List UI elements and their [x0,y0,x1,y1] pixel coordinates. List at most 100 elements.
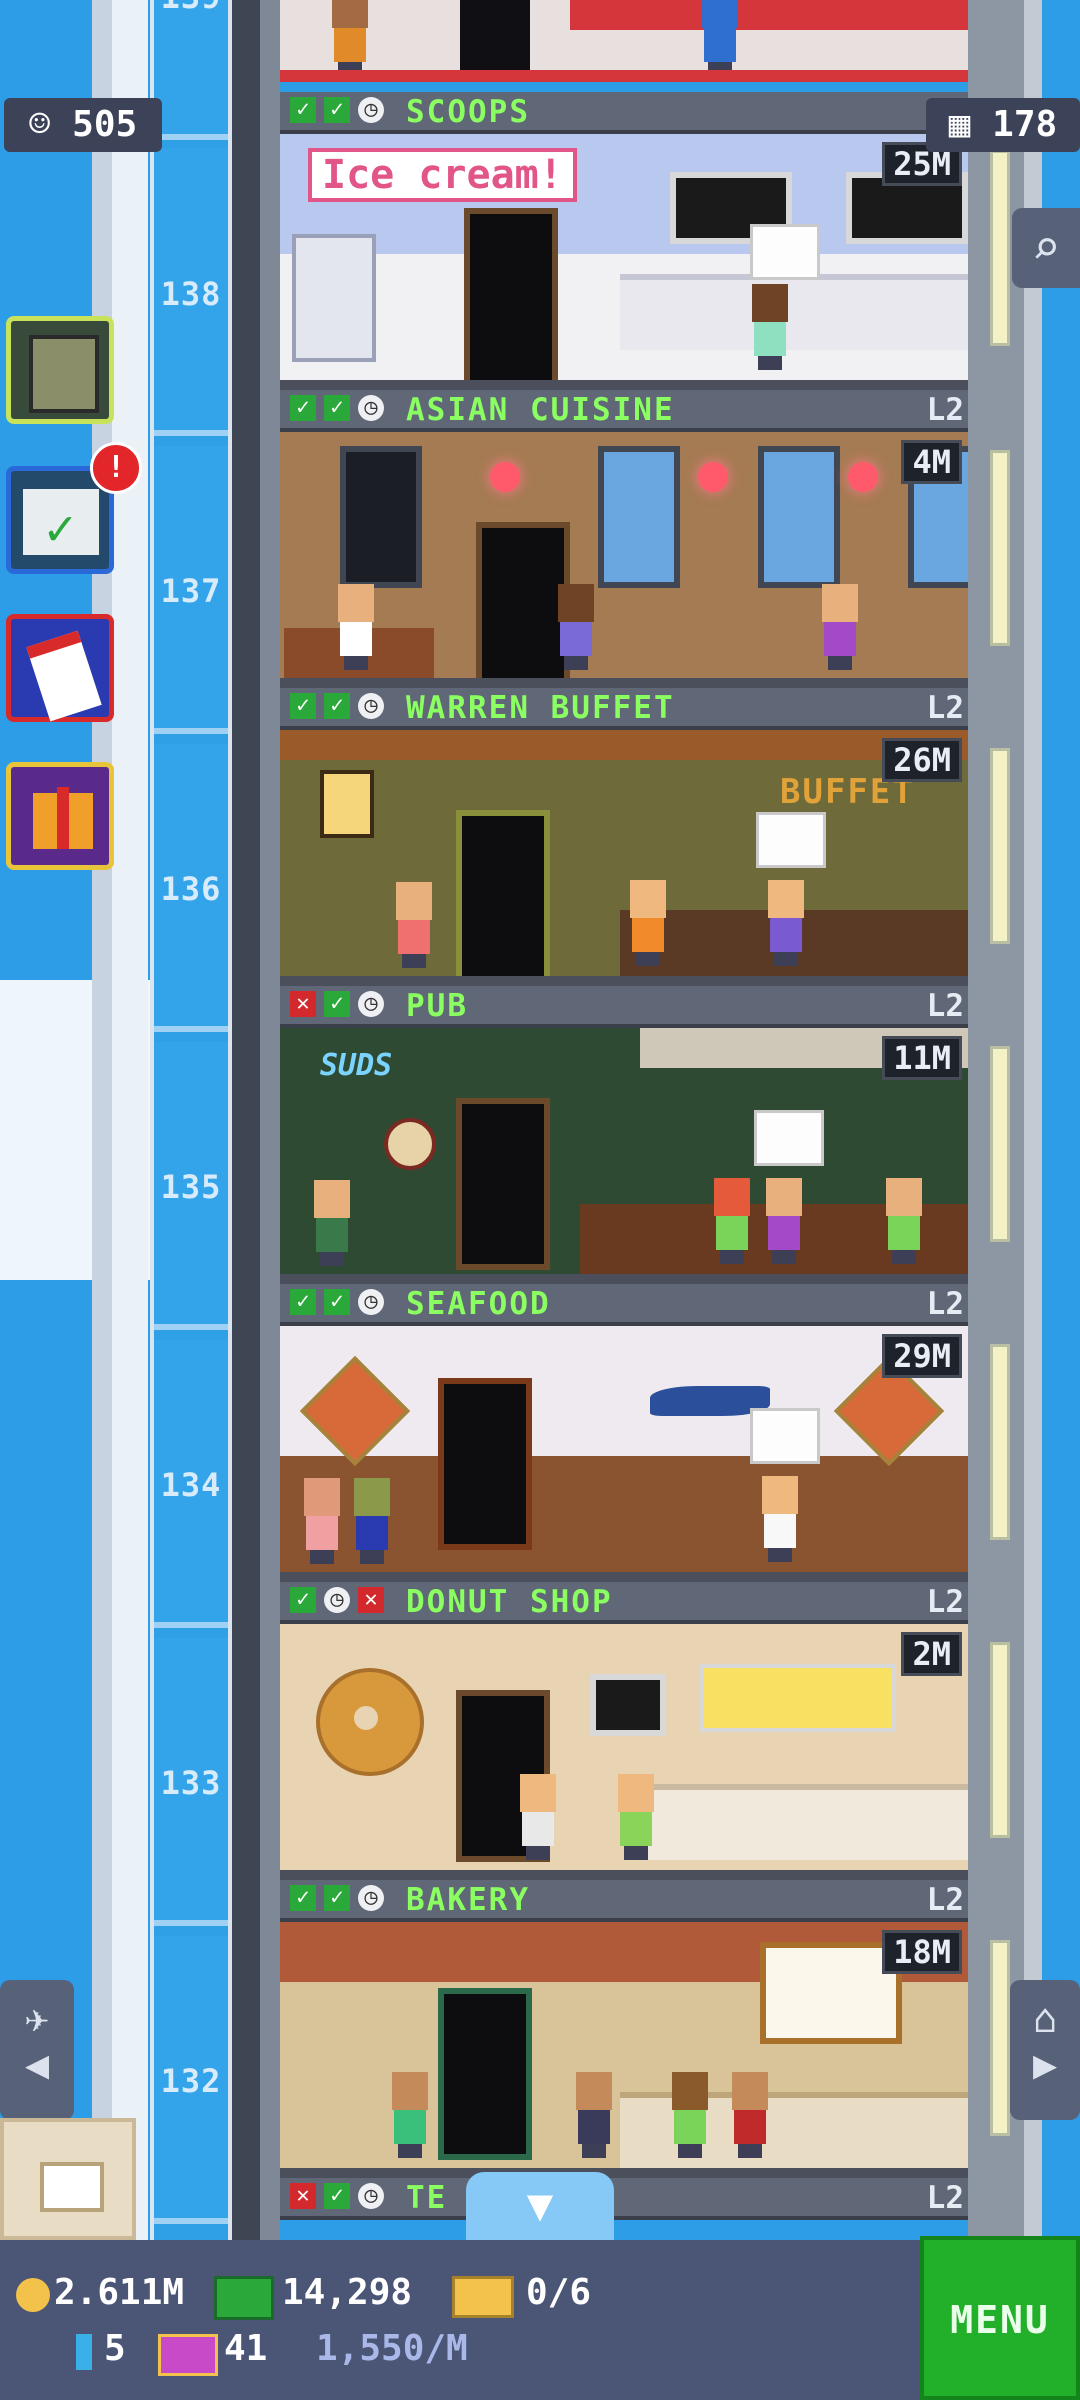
menu-board [590,1674,666,1736]
counter [620,274,968,350]
floor-level: L2 [926,392,964,428]
floor-asian-cuisine[interactable]: ✓ ✓ ◷ ASIAN CUISINE L2 4M [280,390,968,688]
price-tag: 26M [882,738,962,782]
building-icon[interactable] [6,316,114,424]
keys-value: 5 [104,2328,126,2369]
lobby-button[interactable]: ⌂ ▶ [1010,1980,1080,2120]
floor-level: L2 [926,690,964,726]
floor-bakery[interactable]: ✓ ✓ ◷ BAKERY L2 18M [280,1880,968,2178]
shop-door [438,1988,532,2160]
shop-door [456,810,550,982]
floor-base [280,380,968,390]
tower-light [990,1046,1010,1242]
search-icon[interactable]: ⌕ [1012,208,1080,288]
shop-sign: Ice cream! [308,148,577,202]
chevron-down-icon: ▼ [526,2180,554,2231]
floor-scoops[interactable]: ✓ ✓ ◷ SCOOPS Ice cream! 25M [280,92,968,390]
tickets-value: 0/6 [526,2272,592,2313]
clock-icon: ◷ [358,97,384,123]
menu-button[interactable]: MENU [920,2236,1080,2400]
tower-light [990,1344,1010,1540]
inventory-box-button[interactable] [0,2118,136,2240]
menu-board [700,1664,896,1732]
clock-icon: ◷ [358,991,384,1017]
scroll-down-button[interactable]: ▼ [466,2172,614,2240]
mug-bubble [754,1110,824,1166]
tower-frame-right [1024,0,1042,2240]
floor-header: ✕ ✓ ◷ TE L2 [280,2178,968,2220]
arrow-right-icon: ▶ [1032,2042,1058,2088]
floor-header: ✓ ✓ ◷ SEAFOOD L2 [280,1284,968,1326]
lattice-window [598,446,680,588]
building-small-icon: ▦ [948,104,971,145]
calendar-icon[interactable] [6,614,114,722]
lattice-window [340,446,422,588]
shop-door [464,208,558,390]
check-icon: ✓ [290,97,316,123]
floor-number: 139 [154,0,228,16]
clock-icon: ◷ [358,693,384,719]
bowl-bubble [756,812,826,868]
check-icon: ✓ [324,2183,350,2209]
check-icon: ✓ [290,693,316,719]
floor-base [280,1572,968,1582]
floor-header: ✓ ◷ ✕ DONUT SHOP L2 [280,1582,968,1624]
floor-name: SEAFOOD [406,1286,551,1322]
floor-number: 137 [160,572,222,610]
lantern [848,462,878,492]
notification-badge: ! [90,442,142,494]
popsicle-bubble [750,224,820,280]
vip-elevator-button[interactable]: ✈ ◀ [0,1980,74,2120]
check-icon: ✓ [290,1289,316,1315]
shop-door [456,1098,550,1270]
floor-name: DONUT SHOP [406,1584,613,1620]
floor-partial-bottom[interactable]: ✕ ✓ ◷ TE L2 [280,2178,968,2240]
floor-count-value: 178 [992,104,1058,145]
check-icon: ✓ [324,991,350,1017]
tower-frame-left [260,0,280,2240]
freezer [292,234,376,362]
floor-header: ✓ ✓ ◷ SCOOPS [280,92,968,134]
tower-frame-left [232,0,260,2240]
check-icon: ✓ [324,97,350,123]
coin-icon [16,2278,50,2312]
floor-warren-buffet[interactable]: ✓ ✓ ◷ WARREN BUFFET L2 BUFFET 26M [280,688,968,986]
vip-icon [158,2334,218,2376]
lantern [698,462,728,492]
gift-icon[interactable] [6,762,114,870]
x-icon: ✕ [290,2183,316,2209]
check-icon: ✓ [324,395,350,421]
floor-counter[interactable]: ▦ 178 [926,98,1080,152]
floor-pub[interactable]: ✕ ✓ ◷ PUB L2 SUDS 11M [280,986,968,1284]
tower-light [990,450,1010,646]
coins-value: 2.611M [54,2272,185,2313]
floor-header: ✓ ✓ ◷ BAKERY L2 [280,1880,968,1922]
clock-icon: ◷ [324,1587,350,1613]
population-counter[interactable]: ☺ 505 [4,98,162,152]
floor-partial-top[interactable] [280,0,968,92]
floor-donut-shop[interactable]: ✓ ◷ ✕ DONUT SHOP L2 2M [280,1582,968,1880]
clock-icon: ◷ [358,2183,384,2209]
floor-level: L2 [926,1584,964,1620]
check-icon: ✓ [290,1587,316,1613]
clock-icon: ◷ [358,395,384,421]
tower-light [990,1940,1010,2136]
floor-number: 138 [160,275,222,313]
floor-name: BAKERY [406,1882,530,1918]
clock-icon: ◷ [358,1289,384,1315]
floor-name: ASIAN CUISINE [406,392,675,428]
shaft-cell [154,0,228,140]
floor-header: ✓ ✓ ◷ WARREN BUFFET L2 [280,688,968,730]
floor-base [280,1274,968,1284]
elevator-rail [112,0,148,2240]
person-icon: ☺ [28,104,51,145]
floor-seafood[interactable]: ✓ ✓ ◷ SEAFOOD L2 29M [280,1284,968,1582]
check-icon: ✓ [324,693,350,719]
key-icon [76,2334,92,2370]
floor-number: 135 [160,1168,222,1206]
lobster-bubble [750,1408,820,1464]
floor-name: SCOOPS [406,94,530,130]
hanging-lamp [320,770,374,838]
price-tag: 2M [901,1632,962,1676]
population-value: 505 [72,104,138,145]
